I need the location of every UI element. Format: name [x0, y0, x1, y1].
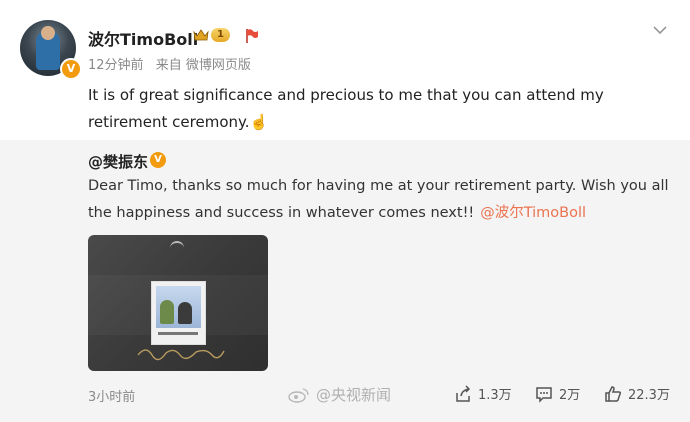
post-meta: 12分钟前 来自 微博网页版	[88, 54, 251, 73]
reposted-card[interactable]: @樊振东 V Dear Timo, thanks so much for hav…	[0, 140, 690, 422]
avatar-head	[41, 26, 55, 40]
post-text: It is of great significance and precious…	[88, 86, 604, 131]
share-icon	[456, 384, 471, 402]
verified-badge: V	[60, 58, 82, 80]
printed-photo	[151, 281, 206, 345]
printed-person-2	[178, 302, 192, 324]
repost-text: Dear Timo, thanks so much for having me …	[88, 173, 678, 227]
mention-link[interactable]: @波尔TimoBoll	[480, 205, 586, 221]
watermark: @央视新闻	[288, 384, 391, 405]
post-time: 12分钟前	[88, 58, 144, 73]
repost-time: 3小时前	[88, 390, 136, 405]
comment-button[interactable]: 2万	[535, 384, 580, 403]
share-button[interactable]: 1.3万	[454, 384, 512, 403]
level-pill: 1	[211, 28, 230, 42]
signature-scribble	[137, 349, 225, 361]
weibo-logo-icon	[288, 387, 309, 403]
share-count: 1.3万	[478, 388, 512, 403]
watermark-text: @央视新闻	[316, 386, 392, 404]
repost-footer: 3小时前 @央视新闻 1.3万 2万 22.3万	[0, 378, 690, 412]
member-level-badge[interactable]: 1	[193, 27, 230, 43]
thumbs-up-icon	[605, 385, 622, 402]
crown-icon	[193, 28, 209, 42]
printed-person-1	[160, 300, 174, 324]
repost-photo[interactable]	[88, 235, 268, 371]
comment-icon	[536, 386, 552, 403]
shirt-logo	[170, 241, 184, 251]
printed-caption	[158, 332, 198, 335]
flag-icon	[245, 28, 259, 48]
repost-username[interactable]: @樊振东	[88, 151, 148, 172]
like-button[interactable]: 22.3万	[604, 384, 670, 403]
original-post: V 波尔TimoBoll 1 12分钟前 来自 微博网页版 It is of g…	[0, 0, 690, 140]
post-source[interactable]: 来自 微博网页版	[156, 58, 251, 73]
comment-count: 2万	[559, 388, 581, 403]
repost-verified-badge: V	[150, 152, 166, 168]
post-username[interactable]: 波尔TimoBoll	[88, 26, 198, 50]
like-count: 22.3万	[628, 388, 670, 403]
chevron-down-icon[interactable]	[652, 20, 668, 39]
